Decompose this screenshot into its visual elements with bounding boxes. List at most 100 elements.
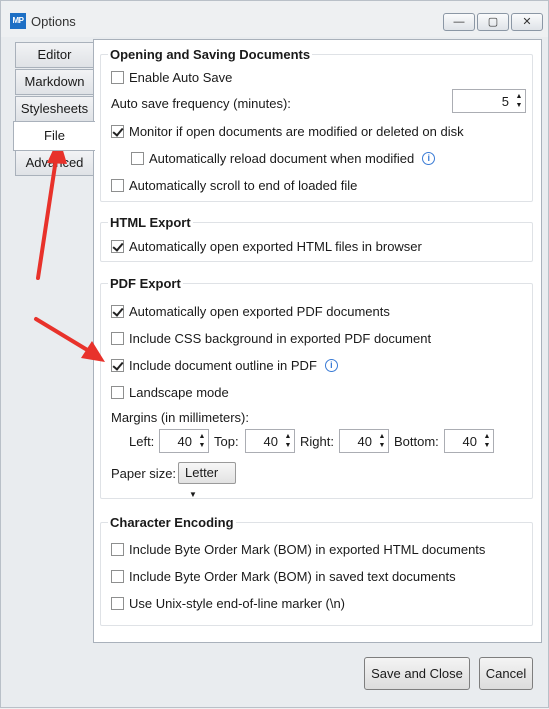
chevron-up-icon[interactable]: ▲ [199,432,206,441]
monitor-documents-checkbox[interactable]: Monitor if open documents are modified o… [111,122,464,140]
window-title: Options [31,14,76,29]
maximize-icon: ▢ [487,16,499,28]
checkbox-box[interactable] [111,542,124,556]
chevron-down-icon[interactable]: ▼ [484,441,491,450]
auto-open-pdf-checkbox[interactable]: Automatically open exported PDF document… [111,302,390,320]
checkbox-box[interactable] [111,239,124,253]
stepper-value[interactable]: 40 [445,434,481,449]
tab-markdown[interactable]: Markdown [15,69,93,95]
group-title-pdf-export: PDF Export [108,276,183,291]
minimize-button[interactable]: — [443,13,475,31]
bom-text-checkbox[interactable]: Include Byte Order Mark (BOM) in saved t… [111,567,456,585]
stepper-value[interactable]: 40 [340,434,376,449]
auto-save-frequency-label: Auto save frequency (minutes): [111,96,291,111]
group-title-opening: Opening and Saving Documents [108,47,313,62]
chevron-down-icon[interactable]: ▼ [379,441,386,450]
chevron-up-icon[interactable]: ▲ [484,432,491,441]
checkbox-label: Include Byte Order Mark (BOM) in exporte… [129,541,486,557]
auto-save-frequency-stepper[interactable]: 5 ▲ ▼ [452,89,526,113]
app-icon: MP [10,13,26,29]
info-icon[interactable]: i [324,358,338,372]
chevron-up-icon[interactable]: ▲ [285,432,292,441]
checkbox-box[interactable] [111,124,124,138]
chevron-down-icon[interactable]: ▼ [199,441,206,450]
checkbox-label: Include CSS background in exported PDF d… [129,330,432,346]
select-value[interactable]: Letter [185,465,218,480]
top-margin-stepper[interactable]: 40 ▲ ▼ [245,429,295,453]
landscape-mode-checkbox[interactable]: Landscape mode [111,383,229,401]
checkbox-box[interactable] [111,569,124,583]
cancel-button[interactable]: Cancel [479,657,533,690]
html-export-group: HTML Export Automatically open exported … [100,215,533,262]
chevron-down-icon[interactable]: ▼ [189,490,197,499]
stepper-arrows[interactable]: ▲ ▼ [481,432,493,450]
tab-editor[interactable]: Editor [15,42,93,68]
top-margin-label: Top: [214,434,239,449]
tab-stylesheets[interactable]: Stylesheets [15,96,93,122]
checkbox-label: Monitor if open documents are modified o… [129,123,464,139]
margins-label: Margins (in millimeters): [111,410,249,425]
bottom-margin-label: Bottom: [394,434,439,449]
chevron-up-icon[interactable]: ▲ [516,92,523,101]
checkbox-label: Automatically reload document when modif… [149,150,415,166]
checkbox-box[interactable] [111,596,124,610]
stepper-arrows[interactable]: ▲ ▼ [513,92,525,110]
checkbox-box[interactable] [111,385,124,399]
stepper-arrows[interactable]: ▲ ▼ [376,432,388,450]
close-button[interactable]: ✕ [511,13,543,31]
left-margin-label: Left: [129,434,155,449]
title-bar: MP Options — ▢ ✕ [1,1,548,37]
css-background-checkbox[interactable]: Include CSS background in exported PDF d… [111,329,431,347]
document-outline-checkbox[interactable]: Include document outline in PDF i [111,356,338,374]
pdf-export-group: PDF Export Automatically open exported P… [100,276,533,499]
stepper-value[interactable]: 40 [246,434,282,449]
stepper-arrows[interactable]: ▲ ▼ [282,432,294,450]
checkbox-box[interactable] [111,178,124,192]
auto-reload-checkbox[interactable]: Automatically reload document when modif… [131,149,436,167]
character-encoding-group: Character Encoding Include Byte Order Ma… [100,515,533,626]
checkbox-box[interactable] [111,304,124,318]
left-margin-stepper[interactable]: 40 ▲ ▼ [159,429,209,453]
checkbox-box[interactable] [131,151,144,165]
checkbox-box[interactable] [111,70,124,84]
stepper-value[interactable]: 5 [453,94,513,109]
paper-size-select[interactable]: Letter ▼ [178,462,236,499]
chevron-down-icon[interactable]: ▼ [516,101,523,110]
bottom-margin-stepper[interactable]: 40 ▲ ▼ [444,429,494,453]
group-title-encoding: Character Encoding [108,515,236,530]
chevron-up-icon[interactable]: ▲ [379,432,386,441]
checkbox-label: Automatically open exported HTML files i… [129,238,422,254]
bom-html-checkbox[interactable]: Include Byte Order Mark (BOM) in exporte… [111,540,485,558]
minimize-icon: — [453,16,465,28]
tab-advanced[interactable]: Advanced [15,150,93,176]
checkbox-box[interactable] [111,331,124,345]
auto-scroll-checkbox[interactable]: Automatically scroll to end of loaded fi… [111,176,357,194]
checkbox-label: Automatically open exported PDF document… [129,303,390,319]
checkbox-label: Enable Auto Save [129,69,233,85]
maximize-button[interactable]: ▢ [477,13,509,31]
right-margin-stepper[interactable]: 40 ▲ ▼ [339,429,389,453]
file-tab-content: Opening and Saving Documents Enable Auto… [93,39,542,643]
unix-eol-checkbox[interactable]: Use Unix-style end-of-line marker (\n) [111,594,345,612]
enable-auto-save-checkbox[interactable]: Enable Auto Save [111,68,232,86]
close-icon: ✕ [522,16,532,28]
chevron-down-icon[interactable]: ▼ [285,441,292,450]
options-window: MP Options — ▢ ✕ Editor Markdown Stylesh… [0,0,549,708]
save-and-close-button[interactable]: Save and Close [364,657,470,690]
tab-file[interactable]: File [13,121,95,151]
checkbox-label: Landscape mode [129,384,229,400]
opening-saving-group: Opening and Saving Documents Enable Auto… [100,47,533,202]
checkbox-box[interactable] [111,358,124,372]
checkbox-label: Use Unix-style end-of-line marker (\n) [129,595,346,611]
auto-open-html-checkbox[interactable]: Automatically open exported HTML files i… [111,237,422,255]
options-tabs: Editor Markdown Stylesheets File Advance… [9,39,542,645]
paper-size-label: Paper size: [111,466,177,481]
stepper-arrows[interactable]: ▲ ▼ [196,432,208,450]
info-icon[interactable]: i [422,151,436,165]
checkbox-label: Include Byte Order Mark (BOM) in saved t… [129,568,456,584]
stepper-value[interactable]: 40 [160,434,196,449]
checkbox-label: Include document outline in PDF [129,357,317,373]
right-margin-label: Right: [300,434,334,449]
group-title-html-export: HTML Export [108,215,193,230]
checkbox-label: Automatically scroll to end of loaded fi… [129,177,358,193]
